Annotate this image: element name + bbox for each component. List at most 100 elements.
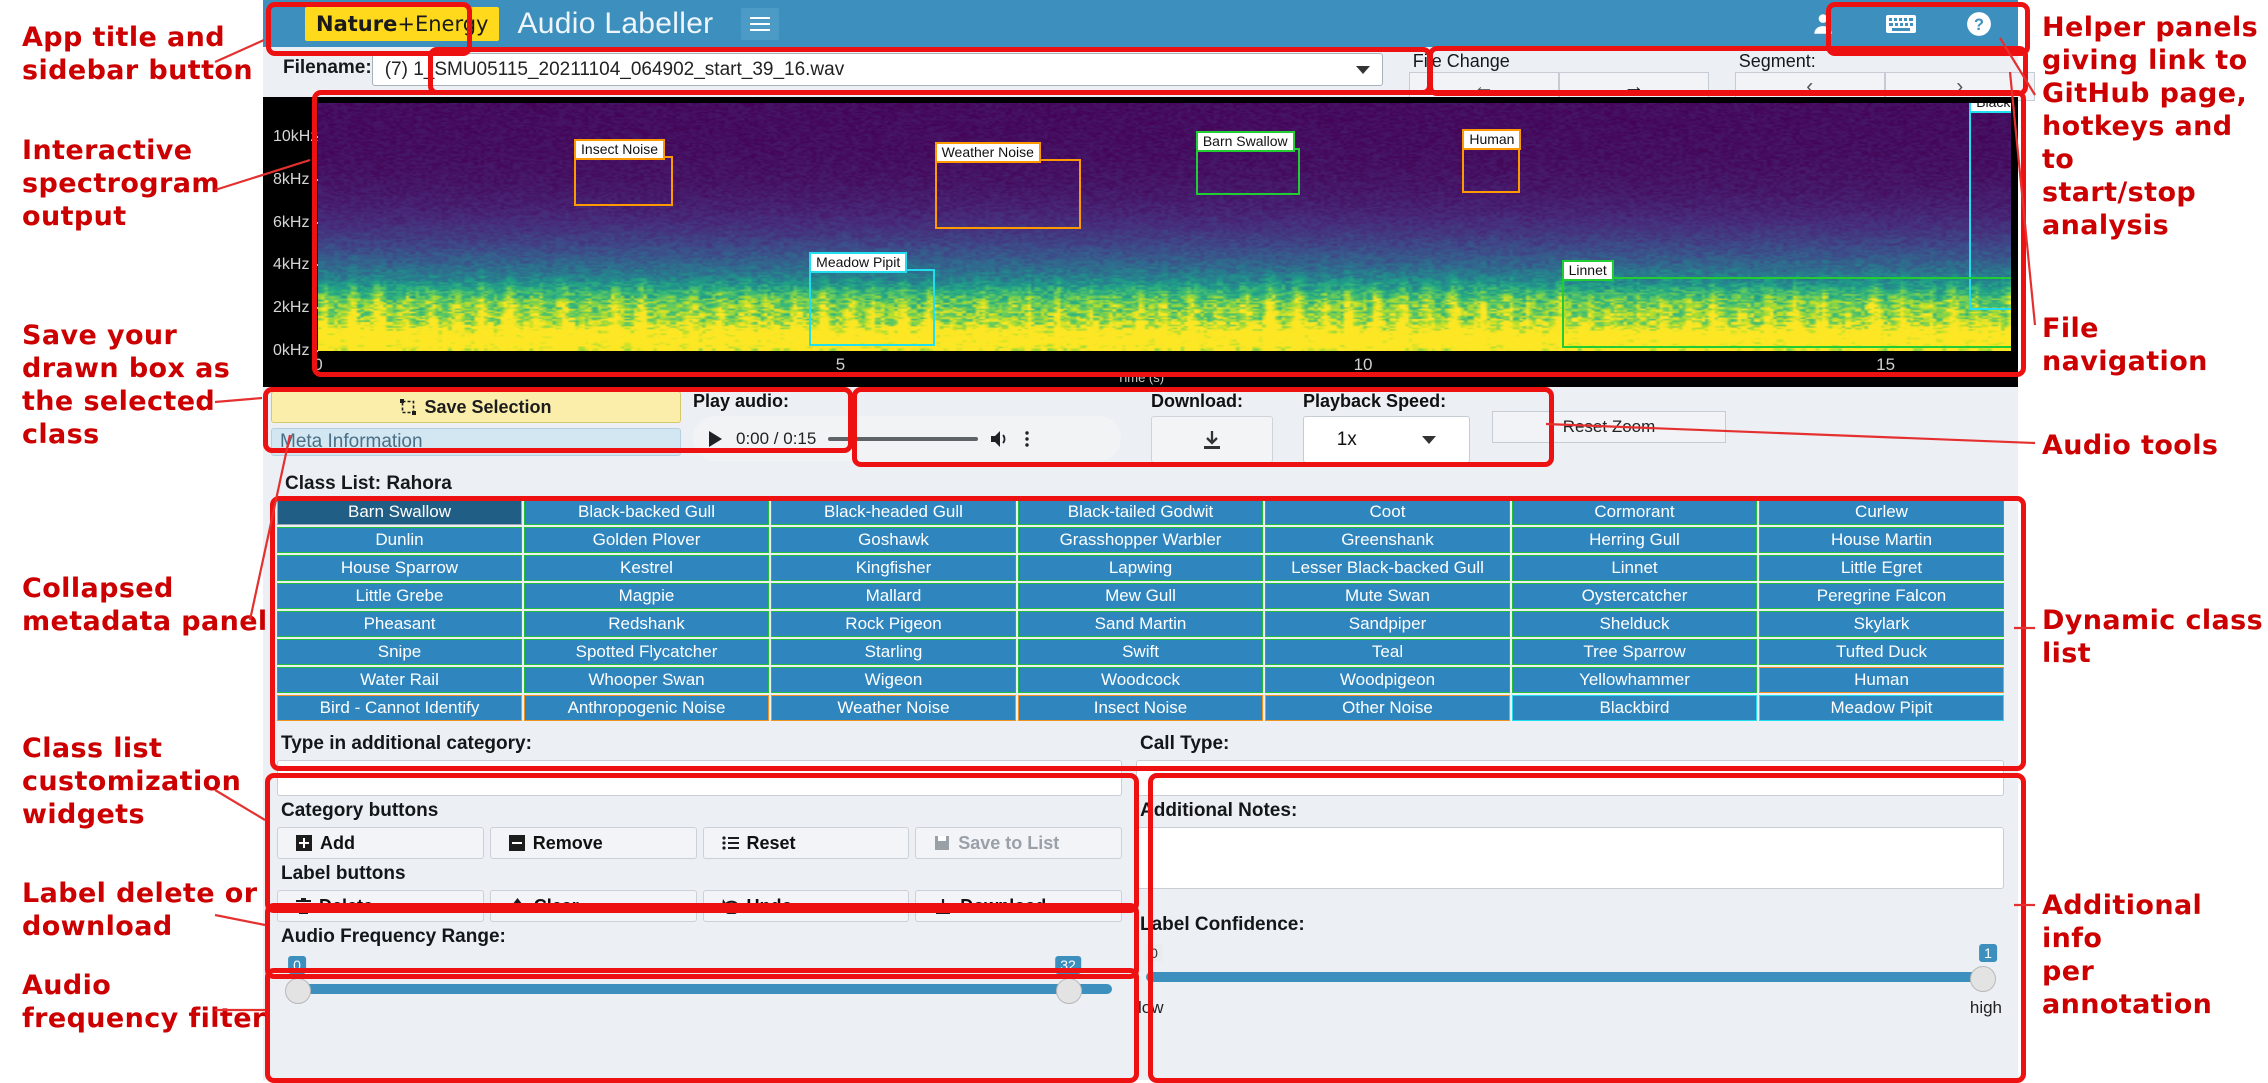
class-item[interactable]: Spotted Flycatcher <box>524 639 769 665</box>
class-item[interactable]: Magpie <box>524 583 769 609</box>
class-item[interactable]: Barn Swallow <box>277 499 522 525</box>
remove-category-button[interactable]: Remove <box>489 827 697 859</box>
spectrogram-panel[interactable]: Insect Noise Weather Noise Barn Swallow Hum… <box>263 97 2018 387</box>
class-item[interactable]: Mute Swan <box>1265 583 1510 609</box>
clear-labels-button[interactable]: Clear <box>489 890 697 922</box>
undo-label-button[interactable]: Undo <box>702 890 910 922</box>
user-icon[interactable] <box>1810 11 1836 37</box>
confidence-handle[interactable] <box>1970 966 1996 992</box>
class-item[interactable]: Grasshopper Warbler <box>1018 527 1263 553</box>
frequency-slider-track[interactable] <box>287 984 1112 994</box>
filename-select[interactable]: (7) 1_SMU05115_20211104_064902_start_39_… <box>371 53 1383 86</box>
class-item[interactable]: Black-tailed Godwit <box>1018 499 1263 525</box>
confidence-slider-track[interactable] <box>1146 972 1994 982</box>
class-item[interactable]: Mew Gull <box>1018 583 1263 609</box>
class-item[interactable]: Mallard <box>771 583 1016 609</box>
class-item[interactable]: Whooper Swan <box>524 667 769 693</box>
class-item[interactable]: Blackbird <box>1512 695 1757 721</box>
label-confidence-slider[interactable]: 0 1 <box>1136 942 2004 998</box>
class-item[interactable]: Kingfisher <box>771 555 1016 581</box>
class-item[interactable]: Teal <box>1265 639 1510 665</box>
class-item[interactable]: Black-backed Gull <box>524 499 769 525</box>
category-input[interactable] <box>277 760 1122 796</box>
annotation-helper-panels: Helper panels giving link to GitHub page… <box>2042 12 2259 241</box>
save-selection-button[interactable]: Save Selection <box>271 391 681 423</box>
class-item[interactable]: Anthropogenic Noise <box>524 695 769 721</box>
class-item[interactable]: Cormorant <box>1512 499 1757 525</box>
remove-category-label: Remove <box>532 832 603 853</box>
class-item[interactable]: Meadow Pipit <box>1759 695 2004 721</box>
help-icon[interactable]: ? <box>1966 11 1992 37</box>
class-item[interactable]: House Martin <box>1759 527 2004 553</box>
audio-progress-bar[interactable] <box>828 436 979 441</box>
class-item[interactable]: Skylark <box>1759 611 2004 637</box>
sidebar-toggle-button[interactable] <box>741 7 780 40</box>
audio-frequency-slider[interactable]: 0 32 <box>277 954 1122 1010</box>
class-item[interactable]: Bird - Cannot Identify <box>277 695 522 721</box>
class-item[interactable]: Little Grebe <box>277 583 522 609</box>
class-item[interactable]: Water Rail <box>277 667 522 693</box>
additional-notes-input[interactable] <box>1136 827 2004 889</box>
class-item[interactable]: Insect Noise <box>1018 695 1263 721</box>
audio-player[interactable]: 0:00 / 0:15 <box>693 416 1121 461</box>
download-labels-button[interactable]: Download <box>915 890 1122 922</box>
class-item[interactable]: Goshawk <box>771 527 1016 553</box>
class-item[interactable]: Woodpigeon <box>1265 667 1510 693</box>
save-to-list-button[interactable]: Save to List <box>915 827 1122 859</box>
class-item[interactable]: Oystercatcher <box>1512 583 1757 609</box>
class-item[interactable]: Rock Pigeon <box>771 611 1016 637</box>
class-item[interactable]: Linnet <box>1512 555 1757 581</box>
class-item[interactable]: Swift <box>1018 639 1263 665</box>
frequency-max-handle[interactable] <box>1056 978 1082 1004</box>
class-item[interactable]: Wigeon <box>771 667 1016 693</box>
class-item[interactable]: Golden Plover <box>524 527 769 553</box>
annotation-box[interactable]: Insect Noise <box>574 139 674 206</box>
class-item[interactable]: Dunlin <box>277 527 522 553</box>
class-item[interactable]: Black-headed Gull <box>771 499 1016 525</box>
class-item[interactable]: House Sparrow <box>277 555 522 581</box>
class-item[interactable]: Herring Gull <box>1512 527 1757 553</box>
class-item[interactable]: Woodcock <box>1018 667 1263 693</box>
class-item[interactable]: Sand Martin <box>1018 611 1263 637</box>
class-item[interactable]: Greenshank <box>1265 527 1510 553</box>
reset-zoom-button[interactable]: Reset Zoom <box>1492 411 1726 443</box>
category-buttons-label: Category buttons <box>281 800 439 821</box>
spectrogram-canvas[interactable]: Insect Noise Weather Noise Barn Swallow Hum… <box>318 103 2011 351</box>
class-item[interactable]: Pheasant <box>277 611 522 637</box>
class-item[interactable]: Tufted Duck <box>1759 639 2004 665</box>
playback-speed-select[interactable]: 1x <box>1303 416 1470 463</box>
delete-label-button[interactable]: Delete <box>277 890 484 922</box>
annotation-box[interactable]: Linnet <box>1561 260 2011 348</box>
class-item[interactable]: Snipe <box>277 639 522 665</box>
call-type-input[interactable] <box>1136 760 2004 796</box>
class-item[interactable]: Human <box>1759 667 2004 693</box>
meta-information-panel[interactable]: Meta Information <box>271 428 681 456</box>
keyboard-icon[interactable] <box>1884 12 1918 36</box>
volume-icon[interactable] <box>990 429 1012 449</box>
class-item[interactable]: Starling <box>771 639 1016 665</box>
class-item[interactable]: Lapwing <box>1018 555 1263 581</box>
class-item[interactable]: Peregrine Falcon <box>1759 583 2004 609</box>
class-item[interactable]: Lesser Black-backed Gull <box>1265 555 1510 581</box>
annotation-box[interactable]: Human <box>1462 128 1522 193</box>
annotation-box[interactable]: Weather Noise <box>934 141 1081 230</box>
play-icon[interactable] <box>707 430 724 448</box>
add-category-button[interactable]: Add <box>277 827 484 859</box>
reset-category-button[interactable]: Reset <box>702 827 910 859</box>
class-item[interactable]: Coot <box>1265 499 1510 525</box>
frequency-min-handle[interactable] <box>285 978 311 1004</box>
class-item[interactable]: Kestrel <box>524 555 769 581</box>
annotation-box[interactable]: Meadow Pipit <box>809 251 935 346</box>
class-item[interactable]: Tree Sparrow <box>1512 639 1757 665</box>
class-item[interactable]: Shelduck <box>1512 611 1757 637</box>
class-item[interactable]: Other Noise <box>1265 695 1510 721</box>
annotation-box[interactable]: Barn Swallow <box>1195 130 1301 195</box>
class-item[interactable]: Yellowhammer <box>1512 667 1757 693</box>
download-audio-button[interactable] <box>1151 416 1273 463</box>
class-item[interactable]: Little Egret <box>1759 555 2004 581</box>
class-item[interactable]: Sandpiper <box>1265 611 1510 637</box>
class-item[interactable]: Curlew <box>1759 499 2004 525</box>
class-item[interactable]: Redshank <box>524 611 769 637</box>
more-options-icon[interactable] <box>1024 429 1030 449</box>
class-item[interactable]: Weather Noise <box>771 695 1016 721</box>
